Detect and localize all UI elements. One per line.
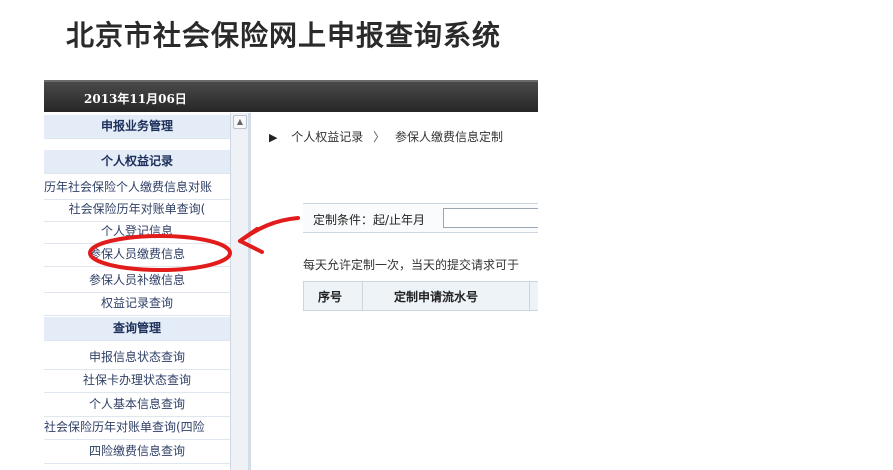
sidebar-item-contribution-info[interactable]: 参保人员缴费信息 bbox=[44, 243, 230, 267]
sidebar-item-four-insurance-statement[interactable]: 社会保险历年对账单查询(四险 bbox=[44, 416, 230, 440]
start-end-month-input[interactable] bbox=[443, 208, 538, 228]
current-date: 2013年11月06日 bbox=[84, 92, 187, 106]
sidebar-item-annual-contribution-reconcile[interactable]: 历年社会保险个人缴费信息对账 bbox=[44, 176, 230, 200]
filter-bar: 定制条件：起/止年月 bbox=[303, 203, 538, 233]
sidebar-section-declaration-mgmt[interactable]: 申报业务管理 bbox=[44, 115, 230, 139]
column-header-seq: 序号 bbox=[318, 290, 343, 304]
sidebar-item-annual-statement-query[interactable]: 社会保险历年对账单查询( bbox=[44, 198, 230, 222]
sidebar-item-personal-registration[interactable]: 个人登记信息 bbox=[44, 220, 230, 244]
sidebar-item-declaration-status[interactable]: 申报信息状态查询 bbox=[44, 346, 230, 370]
column-header-serial-no: 定制申请流水号 bbox=[394, 290, 479, 304]
sidebar-scrollbar[interactable]: ▲ bbox=[230, 113, 248, 470]
filter-label: 定制条件：起/止年月 bbox=[313, 213, 426, 227]
notice-text: 每天允许定制一次，当天的提交请求可于 bbox=[303, 258, 520, 272]
sidebar-section-query-mgmt[interactable]: 查询管理 bbox=[44, 317, 230, 341]
app-title: 北京市社会保险网上申报查询系统 bbox=[66, 19, 502, 52]
breadcrumb: ▶ 个人权益记录 〉 参保人缴费信息定制 bbox=[269, 128, 503, 145]
breadcrumb-separator: 〉 bbox=[373, 130, 386, 144]
sidebar-divider bbox=[248, 113, 251, 470]
sidebar-item-social-card-status[interactable]: 社保卡办理状态查询 bbox=[44, 369, 230, 393]
column-divider bbox=[362, 282, 363, 310]
date-bar: 2013年11月06日 bbox=[44, 80, 538, 112]
sidebar-section-personal-rights[interactable]: 个人权益记录 bbox=[44, 150, 230, 174]
scroll-up-icon[interactable]: ▲ bbox=[233, 115, 247, 129]
play-arrow-icon: ▶ bbox=[269, 131, 278, 144]
sidebar-item-rights-record-query[interactable]: 权益记录查询 bbox=[44, 292, 230, 316]
column-divider bbox=[529, 282, 530, 310]
sidebar-item-personal-basic-info[interactable]: 个人基本信息查询 bbox=[44, 393, 230, 417]
sidebar-item-four-insurance-payment[interactable]: 四险缴费信息查询 bbox=[44, 440, 230, 464]
table-header: 序号 定制申请流水号 bbox=[303, 281, 538, 311]
sidebar-item-supplementary-payment[interactable]: 参保人员补缴信息 bbox=[44, 269, 230, 293]
app-window: 北京市社会保险网上申报查询系统 2013年11月06日 申报业务管理 个人权益记… bbox=[44, 0, 538, 470]
breadcrumb-level2: 参保人缴费信息定制 bbox=[394, 130, 503, 144]
sidebar: 申报业务管理 个人权益记录 历年社会保险个人缴费信息对账 社会保险历年对账单查询… bbox=[44, 113, 248, 470]
breadcrumb-level1[interactable]: 个人权益记录 bbox=[291, 130, 363, 144]
